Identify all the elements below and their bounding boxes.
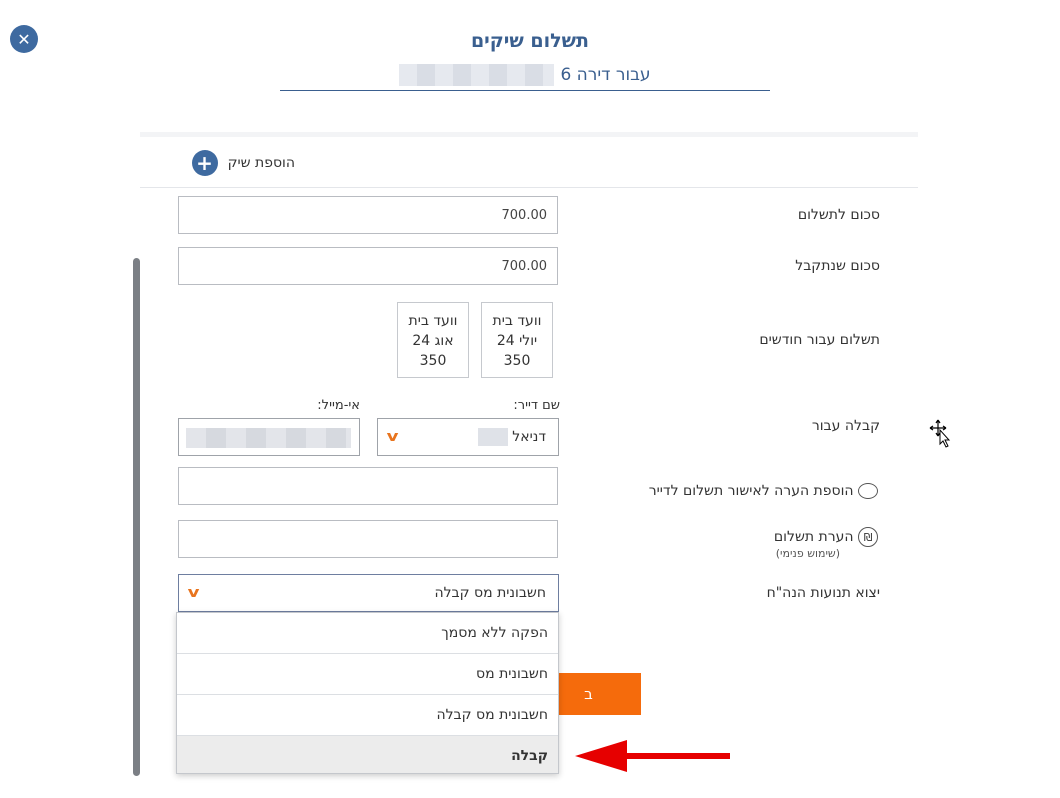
month-type: וועד בית — [492, 313, 542, 329]
amount-received-input[interactable] — [178, 247, 558, 285]
receipt-for-label: קבלה עבור — [811, 418, 880, 434]
add-check-label: הוספת שיק — [227, 155, 295, 171]
speech-bubble-icon — [858, 483, 878, 499]
dropdown-option[interactable]: חשבונית מס — [177, 654, 558, 695]
dropdown-option[interactable]: חשבונית מס קבלה — [177, 695, 558, 736]
email-label: אי-מייל: — [317, 398, 360, 413]
redacted-address — [399, 64, 555, 86]
export-dropdown: הפקה ללא מסמך חשבונית מס חשבונית מס קבלה… — [176, 612, 559, 774]
add-check-row: הוספת שיק + — [140, 137, 918, 188]
payment-note-label: ₪ הערת תשלום (שימוש פנימי) — [620, 527, 880, 560]
month-type: וועד בית — [408, 313, 458, 329]
month-amount: 350 — [419, 353, 447, 369]
tenant-note-text: הוספת הערה לאישור תשלום לדייר — [648, 483, 854, 499]
amount-to-pay-input[interactable] — [178, 196, 558, 234]
email-field[interactable] — [178, 418, 360, 456]
tenant-note-label: הוספת הערה לאישור תשלום לדייר — [590, 483, 880, 499]
dropdown-option[interactable]: הפקה ללא מסמך — [177, 613, 558, 654]
add-check-button[interactable]: הוספת שיק + — [191, 150, 295, 176]
shekel-icon: ₪ — [858, 527, 878, 547]
month-name: יולי 24 — [496, 333, 538, 349]
page-subtitle: עבור דירה 6 — [280, 60, 770, 90]
apartment-label: עבור דירה 6 — [560, 65, 651, 85]
month-box-july[interactable]: וועד בית יולי 24 350 — [481, 302, 553, 378]
plus-icon: + — [191, 150, 218, 176]
month-amount: 350 — [503, 353, 531, 369]
tenant-name-label: שם דייר: — [513, 398, 560, 413]
month-box-august[interactable]: וועד בית אוג 24 350 — [397, 302, 469, 378]
chevron-down-icon: v — [386, 429, 399, 445]
scrollbar[interactable] — [133, 258, 140, 776]
red-arrow-icon — [575, 740, 730, 772]
amount-received-label: סכום שנתקבל — [795, 258, 880, 274]
tenant-select[interactable]: דניאל v — [377, 418, 559, 456]
export-selected-value: חשבונית מס קבלה — [434, 585, 546, 601]
amount-to-pay-label: סכום לתשלום — [797, 207, 880, 223]
redacted-name — [478, 428, 509, 446]
close-icon: ✕ — [17, 29, 31, 49]
export-label: יצוא תנועות הנה"ח — [766, 585, 880, 601]
tenant-value: דניאל — [512, 429, 546, 445]
move-cursor-icon — [929, 419, 951, 448]
payment-note-sub: (שימוש פנימי) — [775, 547, 840, 560]
dropdown-option-highlighted[interactable]: קבלה — [177, 736, 558, 773]
title-underline — [280, 90, 770, 91]
month-name: אוג 24 — [412, 333, 454, 349]
submit-label: ב — [584, 685, 593, 703]
redacted-email — [186, 428, 351, 448]
export-select[interactable]: חשבונית מס קבלה v — [178, 574, 559, 612]
months-label: תשלום עבור חודשים — [759, 332, 880, 348]
payment-note-text: הערת תשלום — [773, 529, 854, 545]
chevron-down-icon: v — [187, 585, 200, 601]
close-button[interactable]: ✕ — [10, 25, 38, 53]
tenant-note-input[interactable] — [178, 467, 558, 505]
page-title: תשלום שיקים — [470, 30, 590, 52]
payment-note-input[interactable] — [178, 520, 558, 558]
